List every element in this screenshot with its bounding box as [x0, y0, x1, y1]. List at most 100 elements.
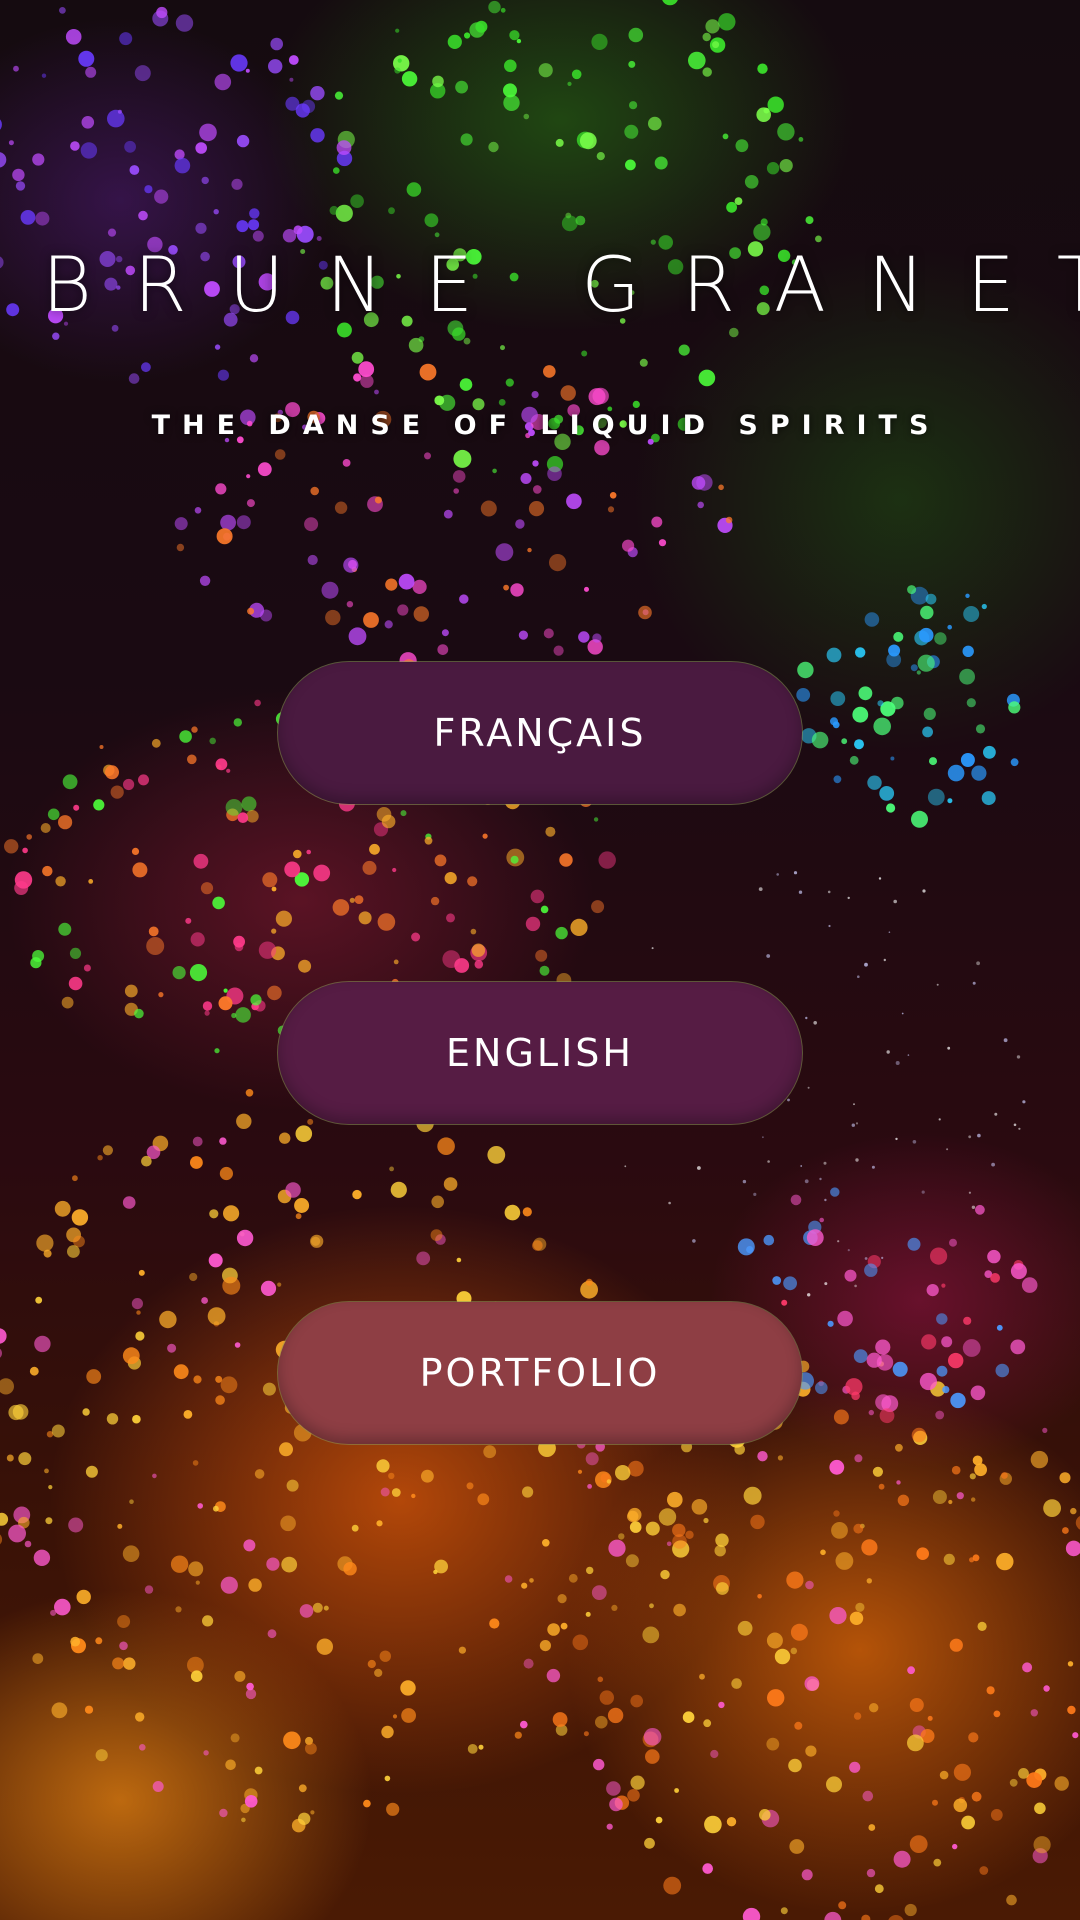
particle-dot [230, 54, 248, 72]
particle-dot [208, 1253, 223, 1268]
particle-dot [529, 1578, 534, 1583]
particle-dot [243, 1539, 256, 1552]
particle-dot [577, 1469, 583, 1474]
particle-dot [464, 32, 471, 39]
particle-dot [202, 1001, 213, 1011]
particle-dot [85, 1465, 98, 1478]
particle-dot [246, 1682, 254, 1691]
particle-dot [105, 765, 119, 780]
particle-dot [530, 889, 545, 904]
particle-dot [929, 757, 937, 766]
particle-dot [44, 1468, 49, 1474]
particle-dot [271, 886, 277, 892]
particle-dot [266, 1557, 280, 1571]
particle-dot [805, 1016, 808, 1020]
particle-dot [514, 1731, 522, 1739]
particle-dot [718, 484, 724, 491]
particle-dot [185, 917, 192, 924]
particle-dot [879, 786, 895, 801]
particle-dot [532, 460, 539, 467]
particle-dot [609, 492, 617, 499]
particle-dot [124, 984, 138, 998]
particle-dot [1067, 1661, 1074, 1667]
particle-dot [209, 737, 216, 745]
particle-dot [910, 664, 918, 672]
portfolio-button[interactable]: PORTFOLIO [278, 1302, 802, 1444]
particle-dot [380, 1487, 390, 1497]
particle-dot [857, 975, 860, 978]
particle-dot [384, 620, 393, 629]
particle-dot [0, 1534, 3, 1545]
particle-dot [246, 499, 255, 508]
particle-dot [629, 101, 638, 110]
particle-dot [397, 58, 402, 63]
particle-dot [868, 1409, 874, 1416]
particle-dot [528, 501, 545, 517]
particle-dot [85, 66, 97, 78]
particle-dot [310, 128, 325, 143]
particle-dot [424, 213, 439, 228]
particle-dot [389, 1166, 394, 1172]
particle-dot [24, 1540, 32, 1548]
particle-dot [36, 1234, 54, 1252]
particle-dot [176, 543, 185, 552]
particle-dot [41, 73, 47, 78]
particle-dot [190, 1670, 203, 1682]
french-button[interactable]: FRANÇAIS [278, 662, 802, 804]
particle-dot [453, 488, 460, 494]
particle-dot [131, 847, 140, 856]
particle-dot [662, 0, 678, 6]
particle-dot [173, 1364, 189, 1380]
particle-dot [849, 755, 859, 765]
particle-dot [993, 1710, 1001, 1718]
particle-dot [583, 1731, 589, 1737]
particle-dot [907, 585, 917, 595]
particle-dot [991, 1162, 995, 1167]
particle-dot [853, 1103, 855, 1106]
particle-dot [952, 1843, 958, 1850]
particle-dot [971, 1497, 976, 1502]
particle-dot [55, 876, 66, 887]
particle-dot [823, 1161, 827, 1165]
particle-dot [1022, 1100, 1026, 1104]
particle-dot [922, 726, 933, 738]
particle-dot [832, 721, 840, 729]
particle-dot [965, 593, 970, 598]
particle-dot [298, 959, 312, 973]
particle-dot [343, 557, 359, 573]
particle-dot [1009, 1778, 1018, 1787]
particle-dot [102, 1145, 113, 1156]
particle-dot [847, 896, 850, 900]
particle-dot [797, 661, 814, 679]
particle-dot [961, 1815, 975, 1830]
particle-dot [726, 201, 737, 213]
particle-dot [766, 954, 771, 958]
particle-dot [138, 210, 148, 221]
particle-dot [488, 0, 501, 14]
particle-dot [682, 1711, 695, 1723]
particle-dot [203, 1750, 209, 1756]
particle-dot [346, 601, 354, 608]
particle-dot [352, 1189, 362, 1200]
particle-dot [990, 1273, 1000, 1283]
particle-dot [777, 123, 795, 141]
particle-dot [979, 1866, 989, 1875]
particle-dot [1010, 1339, 1026, 1355]
particle-dot [70, 1636, 81, 1647]
particle-dot [434, 232, 440, 238]
particle-dot [947, 1046, 951, 1050]
particle-dot [917, 654, 935, 672]
particle-dot [956, 1492, 964, 1500]
particle-dot [520, 473, 532, 484]
particle-dot [313, 864, 331, 882]
particle-dot [458, 1646, 466, 1654]
particle-dot [522, 1486, 534, 1498]
particle-dot [830, 1187, 840, 1197]
particle-dot [132, 1414, 141, 1424]
english-button[interactable]: ENGLISH [278, 982, 802, 1124]
particle-dot [968, 1191, 972, 1194]
particle-dot [592, 633, 602, 643]
particle-dot [807, 1086, 810, 1089]
particle-dot [907, 1734, 924, 1752]
particle-dot [148, 926, 159, 937]
